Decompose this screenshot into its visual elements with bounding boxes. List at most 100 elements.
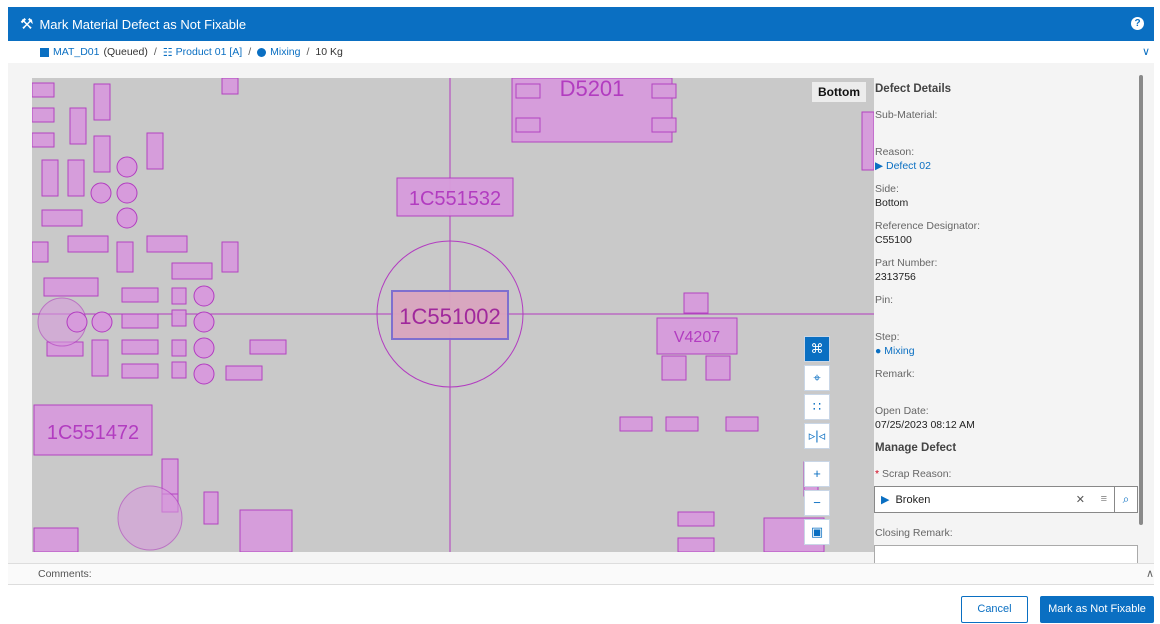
reason-label: Reason:	[875, 146, 915, 158]
component-pad	[91, 339, 109, 377]
component-pad	[67, 159, 85, 197]
mark-not-fixable-button[interactable]: Mark as Not Fixable	[1040, 596, 1154, 623]
fit-board-icon[interactable]: ▣	[804, 519, 830, 545]
component-pad	[515, 117, 541, 133]
component-pad	[193, 311, 215, 333]
product-icon: ☷	[162, 46, 173, 59]
help-icon[interactable]: ?	[1131, 17, 1144, 30]
component-label-c55100: 1C551002	[399, 304, 501, 329]
pad-view-icon[interactable]: ∷	[804, 394, 830, 420]
step-link[interactable]: Mixing	[270, 46, 300, 58]
open-date-value: 07/25/2023 08:12 AM	[875, 419, 975, 431]
clear-icon[interactable]: ✕	[1076, 493, 1085, 506]
material-link[interactable]: MAT_D01	[53, 46, 100, 58]
component-pad	[725, 416, 759, 432]
pcb-viewer[interactable]: 1C551002 1C551532 1C551472 V4207 D5201 B…	[32, 78, 874, 552]
flip-icon[interactable]: ▹|◃	[804, 423, 830, 449]
component-pad	[116, 182, 138, 204]
component-pad	[121, 363, 159, 379]
component-pad	[116, 207, 138, 229]
zoom-out-icon[interactable]: −	[804, 490, 830, 516]
sub-material-value	[875, 123, 1149, 135]
comments-label: Comments:	[38, 568, 92, 580]
component-pad	[861, 111, 874, 171]
component-pad	[146, 132, 164, 170]
component-pad	[661, 355, 687, 381]
component-pad	[171, 339, 187, 357]
search-icon[interactable]: ⌕	[1114, 486, 1138, 513]
zoom-in-icon[interactable]: +	[804, 461, 830, 487]
component-pad	[32, 241, 49, 263]
component-pad	[619, 416, 653, 432]
scrap-reason-field[interactable]: ▶ Broken ✕ ≡ ⌕	[874, 486, 1138, 513]
component-pad	[33, 527, 79, 552]
defect-details-panel: Defect Details Sub-Material: Reason: ▶ D…	[874, 63, 1149, 563]
component-pad	[93, 83, 111, 121]
component-pad	[221, 241, 239, 273]
defect-details-header: Defect Details	[875, 83, 952, 95]
component-pad	[651, 117, 677, 133]
component-label-v4207: V4207	[674, 329, 720, 346]
component-pad	[41, 159, 59, 197]
remark-label: Remark:	[875, 368, 915, 380]
breadcrumb: MAT_D01 (Queued) / ☷ Product 01 [A] / Mi…	[8, 41, 1154, 63]
component-pad	[677, 537, 715, 552]
chevron-up-icon[interactable]: ∧	[1146, 567, 1154, 580]
component-pad	[116, 241, 134, 273]
pcb-drawing[interactable]: 1C551002 1C551532 1C551472 V4207 D5201	[32, 78, 874, 552]
component-label-c55153: 1C551532	[409, 188, 501, 210]
component-pad	[515, 83, 541, 99]
refdes-label: Reference Designator:	[875, 220, 981, 232]
scrap-reason-label: * Scrap Reason:	[875, 468, 1149, 480]
part-number-value: 2313756	[875, 271, 916, 283]
breadcrumb-separator: /	[248, 46, 252, 58]
manage-defect-header: Manage Defect	[875, 442, 957, 454]
pin-value	[875, 308, 1149, 320]
component-pad	[93, 135, 111, 173]
component-pad	[705, 355, 731, 381]
product-link[interactable]: Product 01 [A]	[176, 46, 243, 58]
closing-remark-label: Closing Remark:	[875, 527, 953, 539]
component-pad	[69, 107, 87, 145]
step-value[interactable]: ● Mixing	[875, 345, 1149, 357]
component-pad	[43, 277, 99, 297]
crosshair-icon[interactable]: ⌖	[804, 365, 830, 391]
component-pad	[32, 107, 55, 123]
tools-icon: ⚒	[20, 16, 34, 33]
closing-remark-input[interactable]	[874, 545, 1138, 563]
component-pad	[239, 509, 293, 552]
side-label: Bottom	[812, 82, 866, 102]
component-pad	[171, 262, 213, 280]
fit-selection-icon[interactable]: ⌘	[804, 336, 830, 362]
component-pad	[91, 311, 113, 333]
reason-value[interactable]: ▶ Defect 02	[875, 160, 1149, 172]
scrollbar[interactable]	[1139, 75, 1143, 525]
main-content: 1C551002 1C551532 1C551472 V4207 D5201 B…	[8, 63, 1154, 563]
component-pad	[66, 311, 88, 333]
open-date-label: Open Date:	[875, 405, 929, 417]
remark-value	[875, 382, 1149, 394]
component-pad	[146, 235, 188, 253]
component-label-c55147: 1C551472	[47, 422, 139, 444]
required-asterisk: *	[875, 468, 880, 480]
component-pad	[171, 287, 187, 305]
component-pad	[32, 132, 55, 148]
step-label: Step:	[875, 331, 900, 343]
chevron-down-icon[interactable]: ∨	[1142, 45, 1150, 58]
reason-text: Defect 02	[886, 160, 931, 172]
flag-icon: ▶	[875, 160, 884, 172]
component-label-d5201: D5201	[560, 78, 625, 101]
title-bar: ⚒ Mark Material Defect as Not Fixable ?	[8, 7, 1154, 41]
component-pad	[677, 511, 715, 527]
component-pad	[121, 339, 159, 355]
component-pad	[651, 83, 677, 99]
component-pad	[67, 235, 109, 253]
scrap-reason-value: Broken	[895, 493, 931, 506]
component-pad	[665, 416, 699, 432]
part-number-label: Part Number:	[875, 257, 938, 269]
filter-icon[interactable]: ≡	[1101, 493, 1107, 505]
comments-bar[interactable]: Comments: ∧	[8, 563, 1154, 585]
material-status: (Queued)	[103, 46, 148, 58]
component-pad	[171, 361, 187, 379]
cancel-button[interactable]: Cancel	[961, 596, 1028, 623]
